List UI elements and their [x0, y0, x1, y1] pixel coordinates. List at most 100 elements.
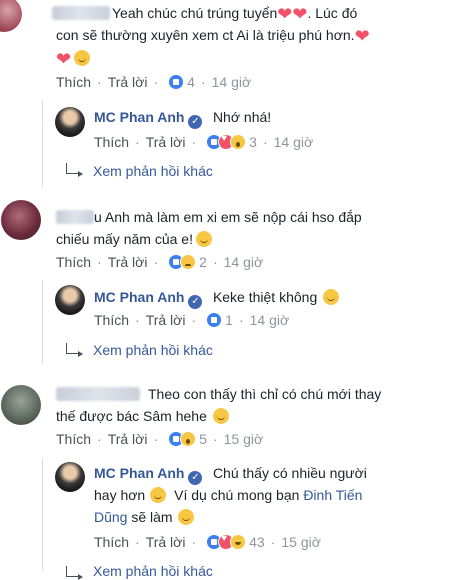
view-more-replies-link[interactable]: Xem phản hồi khác — [93, 163, 213, 179]
reply-author-name[interactable]: MC Phan Anh — [94, 465, 184, 481]
reaction-count[interactable]: 5 — [199, 431, 207, 447]
comment-text-line: thế được bác Sâm hehe — [56, 406, 229, 427]
reply-actions: Thích · Trả lời · 3 · 14 giờ — [94, 133, 314, 150]
reply-link[interactable]: Trả lời — [108, 74, 148, 90]
verified-badge-icon: ✓ — [188, 295, 203, 309]
commenter-name-redacted[interactable] — [52, 6, 110, 20]
separator-dot: · — [200, 74, 206, 90]
comment-text: Theo con thấy thì chỉ có chú mới thay — [148, 386, 382, 402]
comment-emoji-line: ❤ — [56, 48, 91, 69]
wow-reaction-icon — [230, 134, 247, 150]
reaction-count[interactable]: 1 — [225, 312, 233, 328]
separator-dot: · — [212, 431, 218, 447]
reactions-summary[interactable] — [168, 431, 197, 447]
timestamp[interactable]: 14 giờ — [250, 312, 290, 328]
reply-actions: Thích · Trả lời · 1 · 14 giờ — [94, 312, 289, 328]
reactions-summary[interactable] — [206, 312, 223, 328]
reply-link[interactable]: Trả lời — [108, 254, 148, 270]
smile-emoji-icon — [150, 487, 167, 503]
smile-emoji-icon — [74, 50, 91, 66]
separator-dot: · — [270, 534, 276, 550]
reply-author-name[interactable]: MC Phan Anh — [94, 109, 184, 125]
reply-arrow-icon — [66, 343, 83, 357]
separator-dot: · — [135, 134, 140, 150]
view-more-replies-link[interactable]: Xem phản hồi khác — [93, 563, 213, 579]
reply-author-avatar[interactable] — [55, 285, 85, 315]
timestamp[interactable]: 14 giờ — [212, 74, 252, 90]
reply-author-name[interactable]: MC Phan Anh — [94, 289, 184, 305]
smile-emoji-icon — [323, 289, 340, 305]
commenter-avatar[interactable] — [1, 385, 41, 425]
view-more-replies-link[interactable]: Xem phản hồi khác — [93, 342, 213, 358]
like-reaction-icon — [206, 312, 223, 328]
separator-dot: · — [97, 431, 102, 447]
separator-dot: · — [212, 254, 218, 270]
reaction-count[interactable]: 4 — [187, 74, 195, 90]
separator-dot: · — [238, 312, 244, 328]
comment-text: u Anh mà làm em xi em sẽ nộp cái hso đắp — [94, 209, 362, 225]
separator-dot: · — [262, 134, 268, 150]
comment-actions: Thích · Trả lời · 2 · 14 giờ — [56, 254, 263, 270]
sweat-smile-emoji-icon — [195, 231, 212, 247]
like-link[interactable]: Thích — [56, 431, 91, 447]
reply-text: Keke thiệt không — [212, 289, 318, 305]
commenter-name-redacted[interactable] — [56, 210, 94, 224]
separator-dot: · — [191, 134, 197, 150]
reply-header: MC Phan Anh ✓ Keke thiệt không — [94, 287, 340, 309]
reply-actions: Thích · Trả lời · 43 · 15 giờ — [94, 533, 321, 550]
reactions-summary[interactable] — [168, 74, 185, 90]
like-link[interactable]: Thích — [56, 254, 91, 270]
commenter-name-redacted[interactable] — [56, 387, 140, 401]
reactions-summary[interactable] — [168, 254, 197, 270]
reactions-summary[interactable] — [206, 133, 247, 150]
like-link[interactable]: Thích — [56, 74, 91, 90]
laughing-emoji-icon — [212, 408, 229, 424]
like-reaction-icon — [168, 74, 185, 90]
reaction-count[interactable]: 43 — [249, 534, 265, 550]
reply-text: Nhớ nhá! — [212, 109, 272, 125]
separator-dot: · — [97, 74, 102, 90]
separator-dot: · — [191, 312, 197, 328]
reply-link[interactable]: Trả lời — [146, 312, 186, 328]
heart-emoji-icon: ❤ — [56, 49, 72, 69]
reply-text-line: hay hơn Ví dụ chú mong bạn Đinh Tiến — [94, 487, 363, 503]
reply-link[interactable]: Trả lời — [146, 134, 186, 150]
separator-dot: · — [135, 312, 140, 328]
verified-badge-icon: ✓ — [188, 471, 203, 485]
like-link[interactable]: Thích — [94, 312, 129, 328]
reply-text: Chú thấy có nhiều người — [212, 465, 367, 481]
reactions-summary[interactable] — [206, 533, 247, 550]
heart-emoji-icon: ❤❤ — [277, 4, 308, 24]
reply-link[interactable]: Trả lời — [146, 534, 186, 550]
reply-author-avatar[interactable] — [55, 462, 85, 492]
reply-text-line: Dũng sẽ làm — [94, 507, 194, 528]
reply-author-avatar[interactable] — [55, 107, 85, 137]
reaction-count[interactable]: 2 — [199, 254, 207, 270]
separator-dot: · — [135, 534, 140, 550]
heart-emoji-icon: ❤ — [354, 26, 370, 46]
timestamp[interactable]: 15 giờ — [224, 431, 264, 447]
separator-dot: · — [97, 254, 102, 270]
like-link[interactable]: Thích — [94, 534, 129, 550]
comment-text-line: con sẽ thường xuyên xem ct Ai là triệu p… — [56, 26, 370, 46]
reply-header: MC Phan Anh ✓ Chú thấy có nhiều người — [94, 463, 367, 485]
reply-thread-line — [42, 280, 43, 364]
timestamp[interactable]: 14 giờ — [224, 254, 264, 270]
commenter-avatar[interactable] — [1, 200, 41, 240]
separator-dot: · — [153, 254, 159, 270]
reply-thread-line — [42, 100, 43, 186]
reply-header: MC Phan Anh ✓ Nhớ nhá! — [94, 107, 271, 129]
separator-dot: · — [153, 74, 159, 90]
timestamp[interactable]: 14 giờ — [274, 134, 314, 150]
mentioned-user-link[interactable]: Đinh Tiến — [303, 487, 362, 503]
reply-link[interactable]: Trả lời — [108, 431, 148, 447]
haha-reaction-icon — [230, 534, 247, 550]
commenter-avatar[interactable] — [0, 0, 22, 32]
like-link[interactable]: Thích — [94, 134, 129, 150]
mentioned-user-link[interactable]: Dũng — [94, 509, 127, 525]
reply-thread-line — [42, 458, 43, 571]
wink-emoji-icon — [177, 509, 194, 525]
reaction-count[interactable]: 3 — [249, 134, 257, 150]
timestamp[interactable]: 15 giờ — [281, 534, 321, 550]
reply-arrow-icon — [66, 163, 83, 177]
